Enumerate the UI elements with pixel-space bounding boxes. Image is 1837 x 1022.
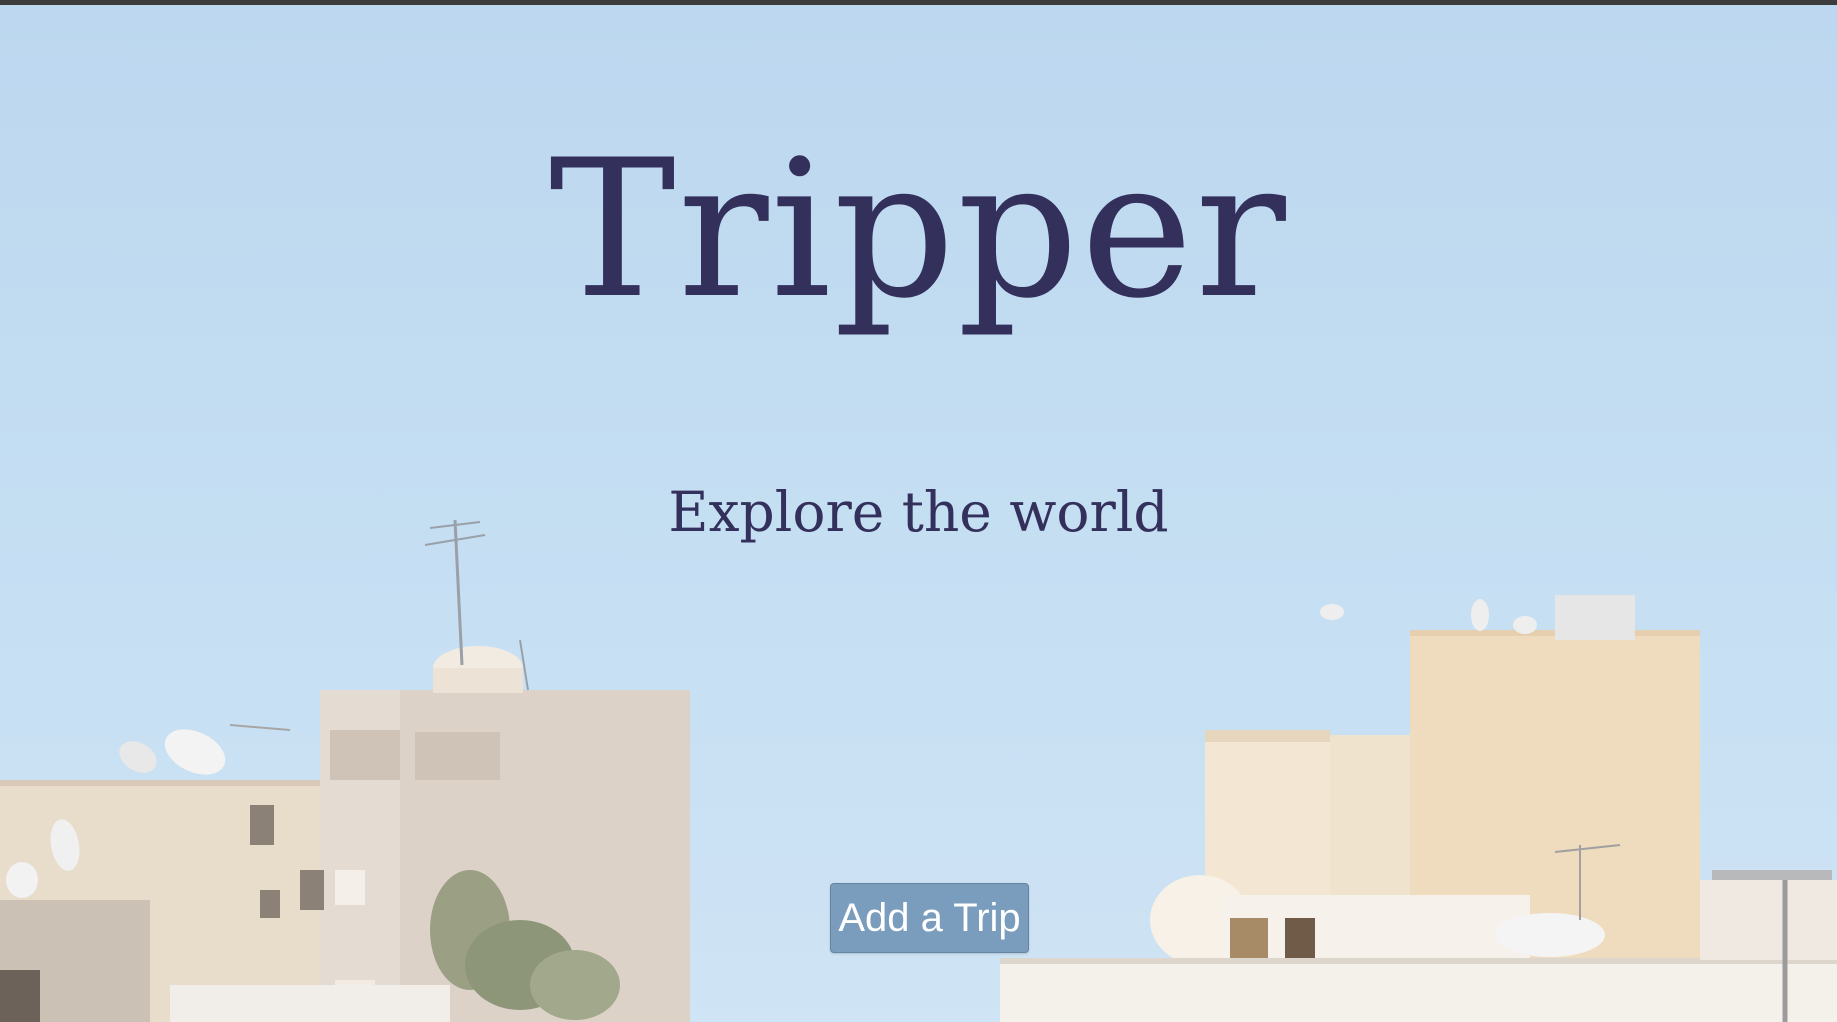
left-buildings xyxy=(0,519,690,1022)
right-buildings xyxy=(1000,595,1837,1022)
app-tagline: Explore the world xyxy=(668,480,1169,544)
app-title: Tripper xyxy=(549,119,1288,340)
add-trip-button[interactable]: Add a Trip xyxy=(830,883,1029,953)
